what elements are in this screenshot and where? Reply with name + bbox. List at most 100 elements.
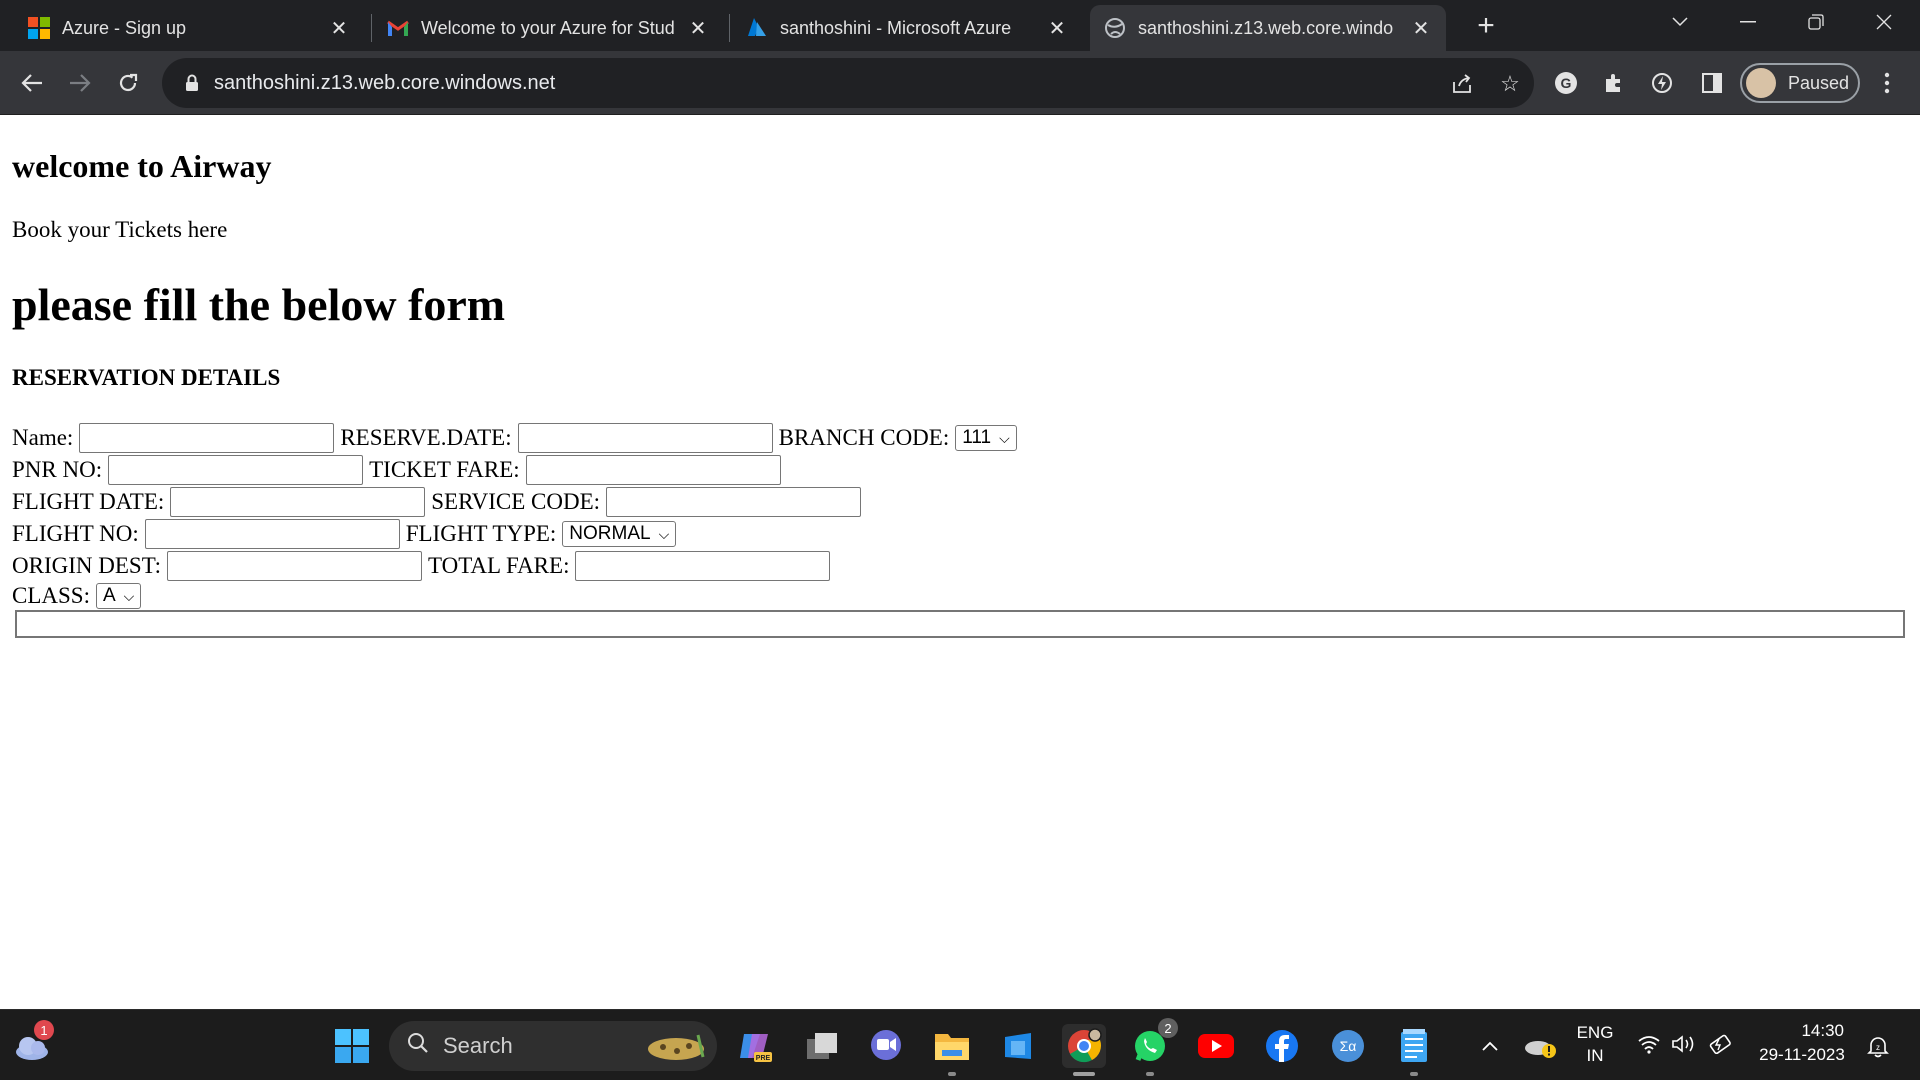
forward-button[interactable]: [62, 65, 98, 101]
name-field[interactable]: [79, 423, 335, 453]
branch-code-select[interactable]: 111 ⌵: [955, 425, 1017, 451]
bookmark-star-icon[interactable]: ☆: [1496, 70, 1524, 98]
globe-icon: [1104, 17, 1126, 39]
service-code-label: SERVICE CODE:: [431, 489, 601, 514]
chrome-icon[interactable]: [1062, 1024, 1106, 1076]
language-indicator[interactable]: ENG IN: [1568, 1023, 1622, 1066]
wide-input-box[interactable]: [15, 610, 1905, 638]
chevron-down-icon: ⌵: [123, 587, 135, 604]
weather-badge: 1: [34, 1020, 54, 1040]
microsoft-store-icon[interactable]: [996, 1024, 1040, 1068]
form-row-4: FLIGHT NO: FLIGHT TYPE: NORMAL ⌵: [12, 519, 677, 549]
start-windows-icon[interactable]: [330, 1024, 374, 1068]
chevron-down-icon: ⌵: [658, 525, 670, 542]
search-placeholder: Search: [443, 1033, 513, 1058]
tab-title: Azure - Sign up: [62, 17, 187, 38]
language-line-2: IN: [1586, 1046, 1604, 1065]
battery-charging-icon: [1707, 1034, 1733, 1059]
chevron-down-icon: ⌵: [999, 429, 1010, 446]
flight-no-field[interactable]: [144, 519, 400, 549]
class-selected: A: [102, 585, 116, 606]
ticket-fare-label: TICKET FARE:: [369, 457, 520, 482]
lock-icon[interactable]: [182, 73, 202, 93]
welcome-heading: welcome to Airway: [12, 148, 272, 184]
origin-dest-field[interactable]: [166, 551, 422, 581]
microsoft-logo-icon: [28, 17, 50, 39]
address-bar[interactable]: santhoshini.z13.web.core.windows.net ☆: [162, 58, 1534, 108]
performance-icon[interactable]: [1648, 69, 1676, 97]
file-explorer-icon[interactable]: [930, 1024, 974, 1076]
whatsapp-icon[interactable]: 2: [1128, 1018, 1178, 1076]
profile-status: Paused: [1788, 72, 1850, 93]
close-window-button[interactable]: [1852, 0, 1916, 44]
form-row-1: Name: RESERVE.DATE: BRANCH CODE: 111 ⌵: [12, 423, 1017, 453]
total-fare-label: TOTAL FARE:: [427, 553, 570, 578]
profile-button[interactable]: Paused: [1740, 63, 1860, 103]
gmail-icon: [387, 17, 409, 39]
service-code-field[interactable]: [606, 487, 862, 517]
clock-date: 29-11-2023: [1759, 1045, 1845, 1064]
youtube-icon[interactable]: [1194, 1024, 1238, 1068]
notifications-bell-icon[interactable]: z: [1858, 1024, 1898, 1068]
copilot-icon[interactable]: PRE: [734, 1024, 778, 1068]
restore-button[interactable]: [1784, 0, 1848, 44]
close-icon[interactable]: ✕: [328, 17, 350, 40]
pnr-no-field[interactable]: [108, 455, 364, 485]
total-fare-field[interactable]: [575, 551, 831, 581]
tab-gmail-azure-students[interactable]: Welcome to your Azure for Stud ✕: [373, 5, 723, 51]
volume-icon: [1671, 1034, 1697, 1059]
side-panel-icon[interactable]: [1698, 69, 1726, 97]
azure-logo-icon: [746, 17, 768, 39]
section-title: RESERVATION DETAILS: [12, 365, 281, 390]
web-page: welcome to Airway Book your Tickets here…: [0, 116, 1920, 1009]
tab-search-chevron-icon[interactable]: [1648, 0, 1712, 44]
form-row-6: CLASS: A ⌵: [12, 581, 142, 611]
browser-tab-strip: Azure - Sign up ✕ Welcome to your Azure …: [0, 0, 1920, 51]
close-icon[interactable]: ✕: [687, 17, 709, 40]
form-heading: please fill the below form: [12, 279, 506, 330]
svg-text:Σα: Σα: [1340, 1038, 1357, 1054]
extension-grammarly-icon[interactable]: G: [1552, 69, 1580, 97]
math-solver-icon[interactable]: Σα: [1326, 1024, 1370, 1068]
flight-type-selected: NORMAL: [569, 523, 651, 544]
flight-type-select[interactable]: NORMAL ⌵: [562, 521, 677, 547]
branch-code-selected: 111: [962, 427, 992, 448]
tab-azure-sign-up[interactable]: Azure - Sign up ✕: [14, 5, 364, 51]
minimize-button[interactable]: [1716, 0, 1780, 44]
close-icon[interactable]: ✕: [1046, 17, 1068, 40]
back-button[interactable]: [14, 65, 50, 101]
flight-type-label: FLIGHT TYPE:: [405, 521, 557, 546]
tab-microsoft-azure[interactable]: santhoshini - Microsoft Azure ✕: [732, 5, 1082, 51]
tab-title: santhoshini.z13.web.core.windo: [1138, 17, 1394, 38]
tab-title: santhoshini - Microsoft Azure: [780, 17, 1012, 38]
reload-button[interactable]: [110, 65, 146, 101]
url-text: santhoshini.z13.web.core.windows.net: [214, 71, 556, 94]
flight-date-field[interactable]: [170, 487, 426, 517]
onedrive-warning-icon[interactable]: [1518, 1024, 1562, 1068]
teams-chat-icon[interactable]: [864, 1024, 908, 1068]
ticket-fare-field[interactable]: [525, 455, 781, 485]
name-label: Name:: [12, 425, 74, 450]
clock[interactable]: 14:30 29-11-2023: [1752, 1021, 1852, 1065]
more-menu-icon[interactable]: [1873, 69, 1901, 97]
avatar: [1746, 68, 1776, 98]
new-tab-button[interactable]: +: [1468, 8, 1504, 44]
quick-settings-group[interactable]: [1630, 1024, 1740, 1068]
reserve-date-field[interactable]: [517, 423, 773, 453]
reserve-date-label: RESERVE.DATE:: [340, 425, 512, 450]
notepad-icon[interactable]: [1392, 1024, 1436, 1076]
tab-separator: [371, 14, 372, 42]
share-icon[interactable]: [1448, 70, 1476, 98]
extensions-puzzle-icon[interactable]: [1600, 69, 1628, 97]
weather-widget-icon[interactable]: 1: [10, 1020, 54, 1068]
windows-taskbar: 1 Search PRE 2 Σα ENG IN 14:30 29-11-202…: [0, 1009, 1920, 1080]
taskbar-search[interactable]: Search: [389, 1021, 717, 1071]
whatsapp-badge: 2: [1158, 1018, 1178, 1038]
facebook-icon[interactable]: [1260, 1024, 1304, 1068]
class-select[interactable]: A ⌵: [95, 583, 142, 609]
close-icon[interactable]: ✕: [1410, 17, 1432, 40]
show-hidden-icons-chevron-icon[interactable]: [1468, 1024, 1512, 1068]
tab-title: Welcome to your Azure for Stud: [421, 17, 675, 38]
task-view-icon[interactable]: [800, 1024, 844, 1068]
tab-santhoshini-site[interactable]: santhoshini.z13.web.core.windo ✕: [1090, 5, 1446, 51]
